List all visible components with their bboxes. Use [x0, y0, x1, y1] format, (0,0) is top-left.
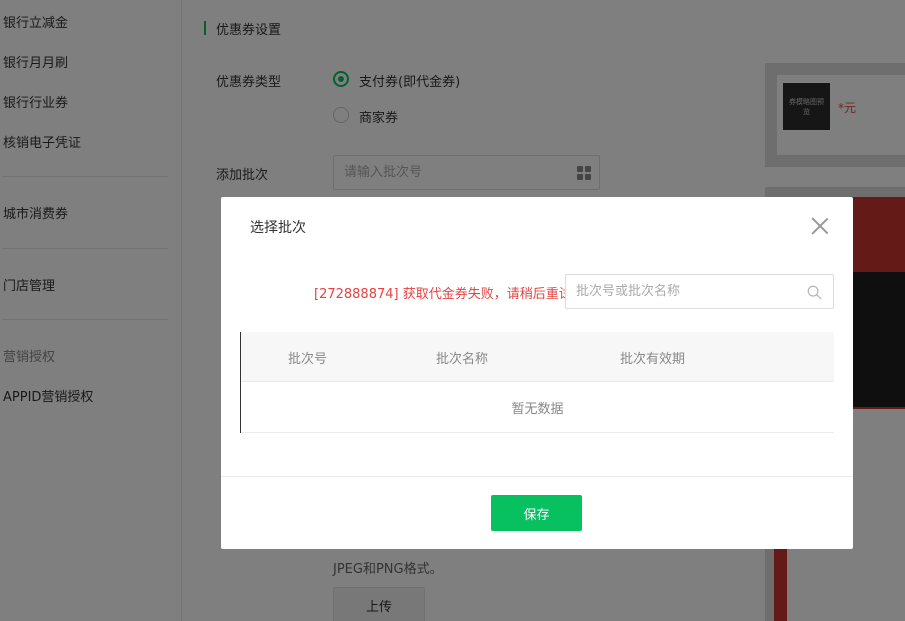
- table-empty-row: 暂无数据: [241, 382, 834, 433]
- batch-table: 批次号 批次名称 批次有效期 暂无数据: [240, 332, 834, 433]
- column-batch-validity: 批次有效期: [620, 352, 686, 367]
- dialog-footer: 保存: [221, 476, 853, 549]
- save-button[interactable]: 保存: [491, 495, 582, 531]
- empty-state-text: 暂无数据: [511, 402, 564, 417]
- table-header: 批次号 批次名称 批次有效期: [241, 332, 834, 382]
- column-batch-name: 批次名称: [436, 352, 489, 367]
- column-batch-number: 批次号: [288, 352, 328, 367]
- select-batch-dialog: 选择批次 [272888874] 获取代金券失败，请稍后重试 批次号 批次名称 …: [221, 197, 853, 549]
- close-icon[interactable]: [811, 217, 829, 235]
- error-message: [272888874] 获取代金券失败，请稍后重试: [314, 287, 572, 302]
- batch-search-input[interactable]: [565, 274, 834, 309]
- search-icon[interactable]: [807, 285, 822, 300]
- dialog-title: 选择批次: [250, 220, 306, 236]
